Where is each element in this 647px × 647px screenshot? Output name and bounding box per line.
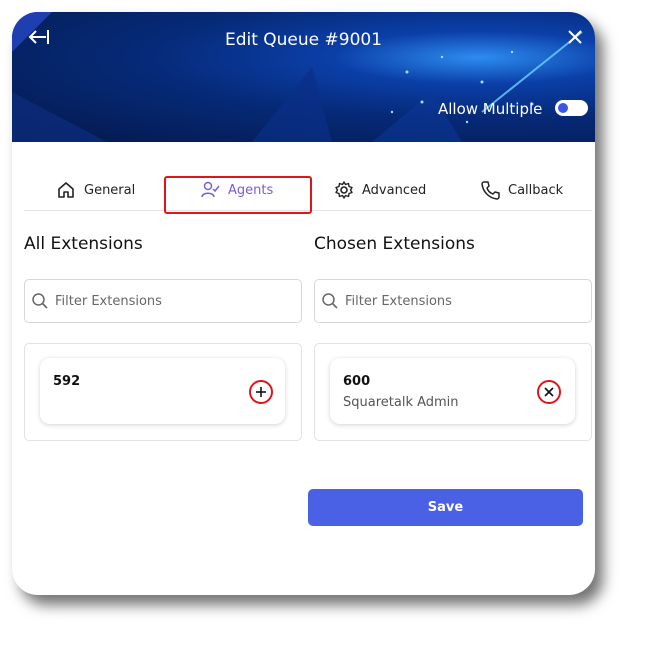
search-icon [322,293,338,309]
extension-number: 600 [343,374,371,389]
chosen-extensions-title: Chosen Extensions [314,234,475,254]
add-extension-button[interactable] [249,380,273,404]
phone-icon [481,181,500,200]
allow-multiple-label: Allow Multiple [438,100,543,118]
tab-advanced[interactable]: Advanced [334,172,426,208]
all-extensions-title: All Extensions [24,234,143,254]
close-icon[interactable] [564,26,586,48]
chosen-extensions-search[interactable] [314,279,592,323]
close-icon [544,387,554,397]
dialog-title: Edit Queue #9001 [224,30,383,50]
dialog-header: Edit Queue #9001 Allow Multiple [12,12,595,142]
allow-multiple-toggle[interactable] [555,100,588,116]
extension-card: 592 [40,358,285,424]
agents-tab-highlight [164,176,312,214]
tab-advanced-label: Advanced [362,182,427,198]
extension-number: 592 [53,374,81,389]
chosen-extensions-list: 600 Squaretalk Admin [314,343,592,441]
chosen-extensions-filter-input[interactable] [343,292,577,310]
search-icon [32,293,48,309]
toggle-knob [558,103,568,113]
tab-callback[interactable]: Callback [480,172,563,208]
extension-name: Squaretalk Admin [343,395,459,410]
tab-callback-label: Callback [508,182,564,198]
remove-extension-button[interactable] [537,380,561,404]
all-extensions-filter-input[interactable] [53,292,287,310]
tab-general-label: General [84,182,136,198]
gear-icon [335,181,353,199]
all-extensions-list: 592 [24,343,302,441]
home-icon [58,182,74,198]
extension-card: 600 Squaretalk Admin [330,358,575,424]
plus-icon [256,387,266,397]
tab-general[interactable]: General [56,172,135,208]
edit-queue-dialog: Edit Queue #9001 Allow Multiple General … [12,12,595,595]
all-extensions-search[interactable] [24,279,302,323]
save-button[interactable]: Save [308,489,583,526]
